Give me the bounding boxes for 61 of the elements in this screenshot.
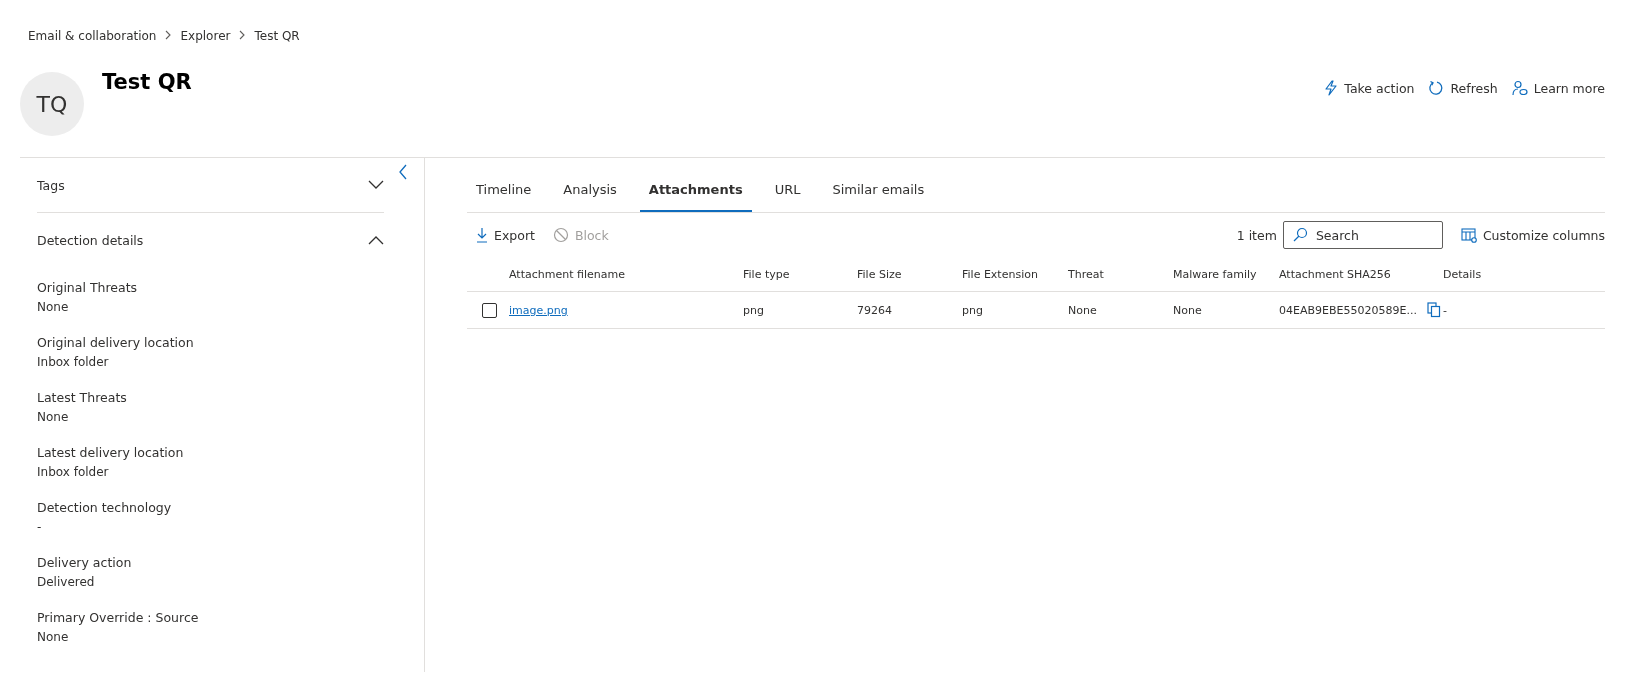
refresh-icon [1428, 80, 1445, 96]
table-cell: None [1173, 303, 1202, 317]
breadcrumb-link[interactable]: Explorer [180, 29, 231, 43]
table-cell: 79264 [857, 303, 892, 317]
section-header[interactable]: Tags [37, 158, 384, 213]
customize-columns-button[interactable]: Customize columns [1460, 227, 1605, 243]
chevron-up-icon [368, 235, 384, 245]
block-icon [552, 227, 569, 243]
field-value: None [37, 629, 70, 646]
export-button[interactable]: Export [476, 227, 535, 243]
column-header[interactable]: File Size [857, 267, 962, 281]
table-cell: png [743, 303, 764, 317]
search-field[interactable]: Search [1282, 221, 1443, 249]
column-header[interactable]: File type [743, 267, 857, 281]
field-value: Delivered [37, 574, 96, 591]
copy-icon[interactable] [1427, 302, 1441, 318]
table-cell: - [1443, 303, 1447, 317]
field-label: Original Threats [37, 279, 139, 297]
section-header[interactable]: Detection details [37, 213, 384, 267]
table-cell: None [1068, 303, 1097, 317]
row-checkbox[interactable] [482, 302, 497, 318]
download-icon [476, 227, 488, 243]
columns-settings-icon [1460, 227, 1477, 243]
field-label: Original delivery location [37, 334, 195, 352]
field-label: Latest delivery location [37, 444, 185, 462]
column-header[interactable]: File Extension [962, 267, 1068, 281]
field-label: Detection technology [37, 499, 173, 517]
field-value: Inbox folder [37, 464, 110, 481]
tab[interactable]: Similar emails [823, 168, 934, 212]
filename-link[interactable]: image.png [509, 303, 568, 317]
item-count: 1 item [1236, 227, 1277, 243]
breadcrumb-current: Test QR [254, 29, 300, 43]
field-label: Delivery action [37, 554, 133, 572]
field-value: None [37, 299, 70, 316]
column-header[interactable]: Attachment filename [509, 267, 743, 281]
table-cell: 04EAB9EBE55020589E... [1279, 303, 1417, 317]
breadcrumb-link[interactable]: Email & collaboration [28, 29, 157, 43]
field-value: - [37, 519, 43, 536]
column-header[interactable]: Attachment SHA256 [1279, 267, 1443, 281]
table-cell: png [962, 303, 983, 317]
chevron-left-icon[interactable] [398, 164, 408, 180]
chevron-down-icon [368, 180, 384, 190]
column-header[interactable]: Details [1443, 267, 1605, 281]
refresh-button[interactable]: Refresh [1428, 80, 1498, 96]
person-icon [1511, 80, 1528, 96]
field-value: Inbox folder [37, 354, 110, 371]
bolt-button[interactable]: Take action [1324, 80, 1415, 96]
column-header[interactable]: Threat [1068, 267, 1173, 281]
field-label: Primary Override : Source [37, 609, 200, 627]
field-value: None [37, 409, 70, 426]
tab[interactable]: Timeline [467, 168, 541, 212]
learn-button[interactable]: Learn more [1511, 80, 1605, 96]
tab[interactable]: Attachments [639, 168, 752, 212]
page-title: Test QR [102, 72, 192, 93]
lightning-icon [1324, 80, 1339, 96]
column-header[interactable]: Malware family [1173, 267, 1279, 281]
tab[interactable]: URL [765, 168, 810, 212]
avatar-initials: TQ [20, 72, 84, 136]
tab[interactable]: Analysis [554, 168, 626, 212]
search-icon [1292, 227, 1308, 242]
field-label: Latest Threats [37, 389, 128, 407]
